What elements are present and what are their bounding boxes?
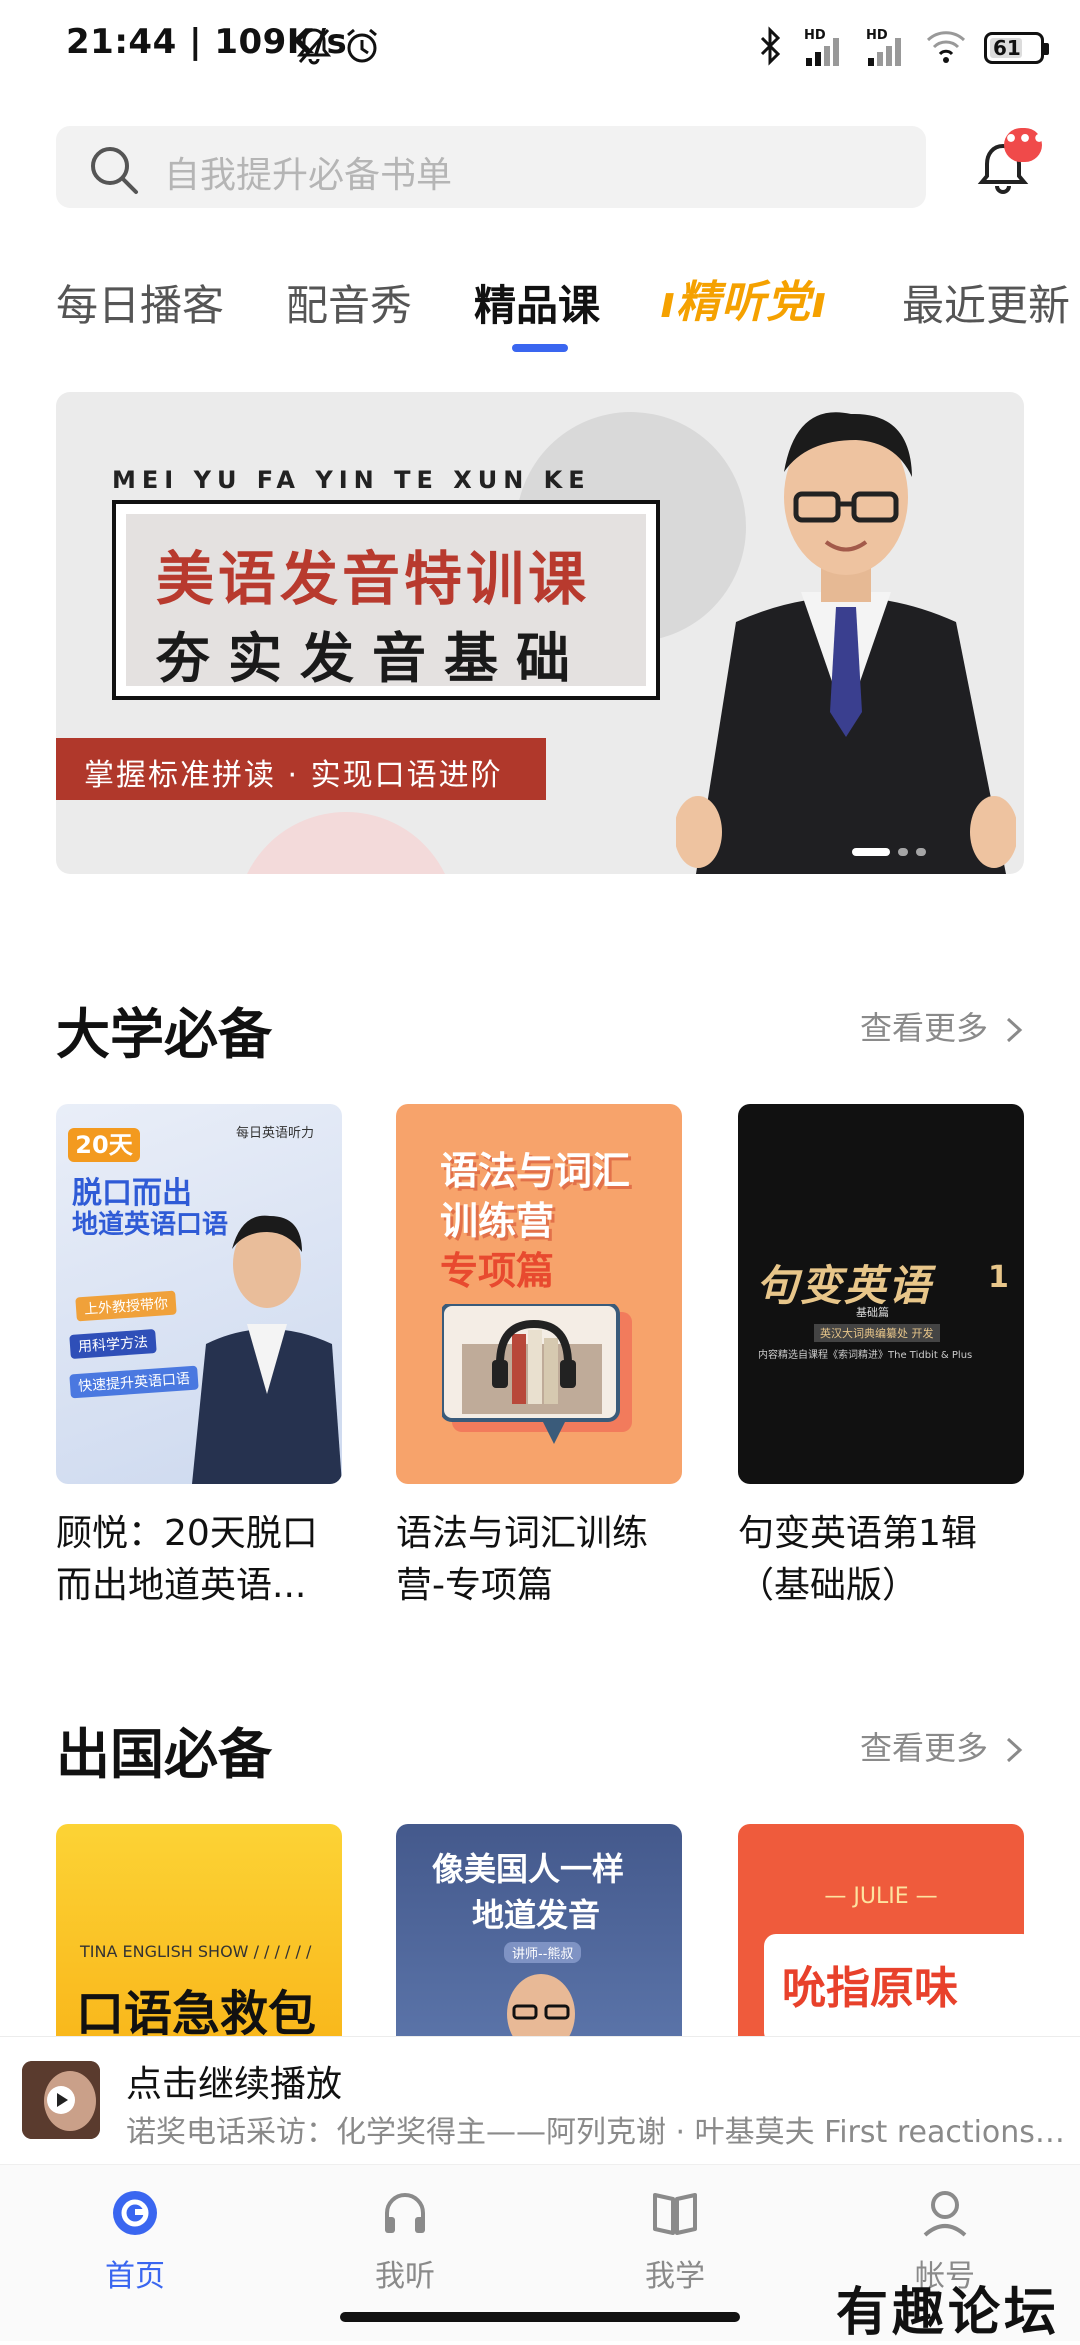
tab-daily-podcast[interactable]: 每日播客: [56, 272, 224, 333]
cover-instructor-image: [192, 1215, 342, 1484]
banner-pinyin: MEI YU FA YIN TE XUN KE: [112, 466, 591, 494]
course-card[interactable]: 20天 每日英语听力 脱口而出 地道英语口语 上外教授带你 用科学方法 快速提升…: [56, 1104, 342, 1484]
section-title-abroad: 出国必备: [56, 1723, 272, 1786]
course-card[interactable]: 句变英语 1 基础篇 英汉大词典编纂处 开发 内容精选自课程《索词精进》The …: [738, 1104, 1024, 1484]
nav-learn[interactable]: 我学: [595, 2187, 755, 2295]
course-card[interactable]: — JULIE — 吮指原味: [738, 1824, 1024, 2036]
pagination-dot: [898, 848, 908, 856]
course-card[interactable]: 像美国人一样 地道发音 讲师--熊叔: [396, 1824, 682, 2036]
active-tab-indicator: [512, 344, 568, 352]
chevron-right-icon: [1007, 1017, 1023, 1043]
tab-recent-updates[interactable]: 最近更新: [902, 272, 1070, 333]
cover-brand: 每日英语听力: [236, 1126, 315, 1141]
search-bar[interactable]: 自我提升必备书单: [56, 126, 926, 208]
status-right-icons: HD HD 61: [756, 26, 1049, 70]
banner-tagline: 掌握标准拼读 · 实现口语进阶: [84, 758, 503, 793]
nav-label: 首页: [105, 2259, 165, 2294]
nav-label: 我听: [375, 2259, 435, 2294]
see-more-college[interactable]: 查看更多: [860, 1003, 1026, 1049]
cover-top-text: — JULIE —: [824, 1884, 938, 1909]
banner-subtitle-main: 夯实发音基础: [156, 627, 588, 690]
pagination-dot-active: [852, 848, 890, 856]
course-card-title-line: 语法与词汇训练: [396, 1513, 649, 1554]
banner-deco-circle-2: [236, 812, 456, 874]
battery-icon: 61: [984, 32, 1049, 64]
book-icon: [653, 2193, 697, 2235]
chevron-right-icon: [1007, 1737, 1023, 1763]
player-subtitle: 诺奖电话采访：化学奖得主——阿列克谢 · 叶基莫夫 First reaction…: [126, 2115, 1066, 2150]
cover-instructor-image: [507, 1974, 575, 2036]
cover-chip: 用科学方法: [69, 1329, 157, 1359]
cover-number: 1: [988, 1260, 1009, 1295]
cover-line: 英汉大词典编纂处 开发: [814, 1324, 940, 1342]
category-tabs: 每日播客 配音秀 精品课 ı精听党ı 最近更新: [0, 262, 1080, 362]
account-icon: [923, 2191, 967, 2237]
bluetooth-icon: [756, 26, 784, 70]
watermark: 有趣论坛: [836, 2282, 1061, 2343]
status-bar: 21:44 | 109K/s HD HD 61: [0, 0, 1080, 96]
cover-sub: 基础篇: [856, 1306, 889, 1319]
course-card-title[interactable]: 顾悦：20天脱口 而出地道英语...: [56, 1508, 346, 1612]
cover-title: 口语急救包: [76, 1986, 317, 2036]
banner-pagination: [852, 848, 926, 856]
home-icon: [113, 2191, 157, 2235]
cover-top-text: TINA ENGLISH SHOW / / / / / /: [80, 1942, 312, 1961]
course-card-title-line: 顾悦：20天脱口: [56, 1513, 318, 1554]
cover-line: 语法与词汇: [440, 1149, 631, 1193]
promo-banner[interactable]: MEI YU FA YIN TE XUN KE 美语发音特训课 夯实发音基础 掌…: [56, 392, 1024, 874]
cover-title: 吮指原味: [782, 1963, 958, 2014]
cover-line: 专项篇: [440, 1249, 555, 1293]
cover-chip: 上外教授带你: [75, 1290, 177, 1322]
cover-line: 训练营: [440, 1199, 555, 1243]
presenter-image: [676, 412, 1016, 874]
nav-home[interactable]: 首页: [55, 2187, 215, 2295]
course-card-title-line: （基础版）: [738, 1565, 919, 1606]
alarm-icon: [342, 26, 382, 70]
headphones-icon: [385, 2193, 425, 2233]
see-more-abroad[interactable]: 查看更多: [860, 1723, 1026, 1769]
cover-line: 地道发音: [472, 1896, 601, 1934]
cover-line: 内容精选自课程《索词精进》The Tidbit & Plus: [758, 1350, 973, 1361]
tab-intensive-listening-label: 精听党: [676, 277, 812, 328]
course-card[interactable]: TINA ENGLISH SHOW / / / / / / 口语急救包: [56, 1824, 342, 2036]
player-title: 点击继续播放: [126, 2064, 343, 2105]
banner-tagline-bar: 掌握标准拼读 · 实现口语进阶: [56, 738, 546, 800]
nav-listen[interactable]: 我听: [325, 2187, 485, 2295]
player-thumbnail: [22, 2061, 100, 2139]
signal-icon-2: HD: [864, 28, 908, 68]
course-card-title-line: 营-专项篇: [396, 1565, 553, 1606]
tab-intensive-listening[interactable]: ı精听党ı: [660, 266, 827, 330]
banner-title-frame: 美语发音特训课 夯实发音基础: [112, 500, 660, 700]
mute-icon: [296, 26, 332, 70]
course-card-title-line: 句变英语第1辑: [738, 1513, 977, 1554]
tab-premium-course[interactable]: 精品课: [474, 272, 600, 333]
notification-badge: •••: [1004, 128, 1046, 162]
cover-top-label: JULIE: [853, 1884, 909, 1909]
course-card-title[interactable]: 语法与词汇训练 营-专项篇: [396, 1508, 686, 1612]
cover-chip: 快速提升英语口语: [69, 1365, 199, 1399]
cover-line: 像美国人一样: [432, 1850, 625, 1888]
cover-title: 句变英语: [756, 1261, 933, 1310]
course-card-title-line: 而出地道英语...: [56, 1565, 307, 1606]
tab-dubbing-show[interactable]: 配音秀: [286, 272, 412, 333]
nav-label: 我学: [645, 2259, 705, 2294]
course-card[interactable]: 语法与词汇 训练营 专项篇: [396, 1104, 682, 1484]
section-title-college: 大学必备: [56, 1003, 272, 1066]
wifi-icon: [926, 28, 966, 68]
see-more-label: 查看更多: [860, 1729, 989, 1767]
cover-teacher: 讲师--熊叔: [504, 1942, 582, 1963]
banner-title: 美语发音特训课: [156, 545, 591, 613]
search-placeholder: 自我提升必备书单: [164, 155, 453, 196]
signal-icon: HD: [802, 28, 846, 68]
see-more-label: 查看更多: [860, 1009, 989, 1047]
course-card-title[interactable]: 句变英语第1辑 （基础版）: [738, 1508, 1028, 1612]
search-icon: [86, 142, 142, 202]
cover-books-illustration: [442, 1304, 632, 1444]
battery-level: 61: [993, 36, 1021, 60]
mini-player[interactable]: 点击继续播放 诺奖电话采访：化学奖得主——阿列克谢 · 叶基莫夫 First r…: [0, 2036, 1080, 2163]
home-indicator[interactable]: [340, 2312, 740, 2322]
pagination-dot: [916, 848, 926, 856]
cover-tag: 20天: [68, 1128, 140, 1162]
